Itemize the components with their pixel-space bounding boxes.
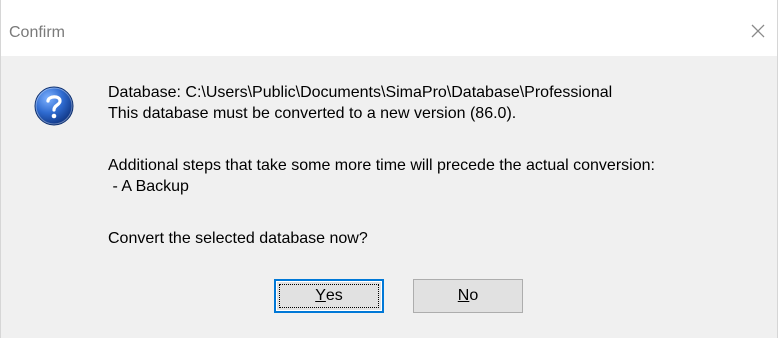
backup-step-text: - A Backup [108, 178, 189, 195]
no-button[interactable]: No [413, 279, 523, 313]
yes-label-rest: es [325, 287, 343, 304]
question-icon [34, 86, 74, 126]
database-path-text: Database: C:\Users\Public\Documents\Sima… [108, 84, 613, 101]
additional-steps-text: Additional steps that take some more tim… [108, 157, 655, 174]
title-bar: Confirm [1, 0, 777, 56]
close-icon[interactable] [747, 20, 769, 42]
confirm-dialog: Confirm Database: C:\Users\Public\Docume… [0, 0, 778, 338]
convert-question-text: Convert the selected database now? [108, 230, 368, 247]
no-label-rest: o [469, 287, 479, 304]
yes-button[interactable]: Yes [274, 279, 384, 313]
convert-info-text: This database must be converted to a new… [108, 105, 517, 122]
yes-accel: Y [315, 287, 326, 304]
window-title: Confirm [9, 24, 66, 41]
no-accel: N [457, 287, 470, 304]
